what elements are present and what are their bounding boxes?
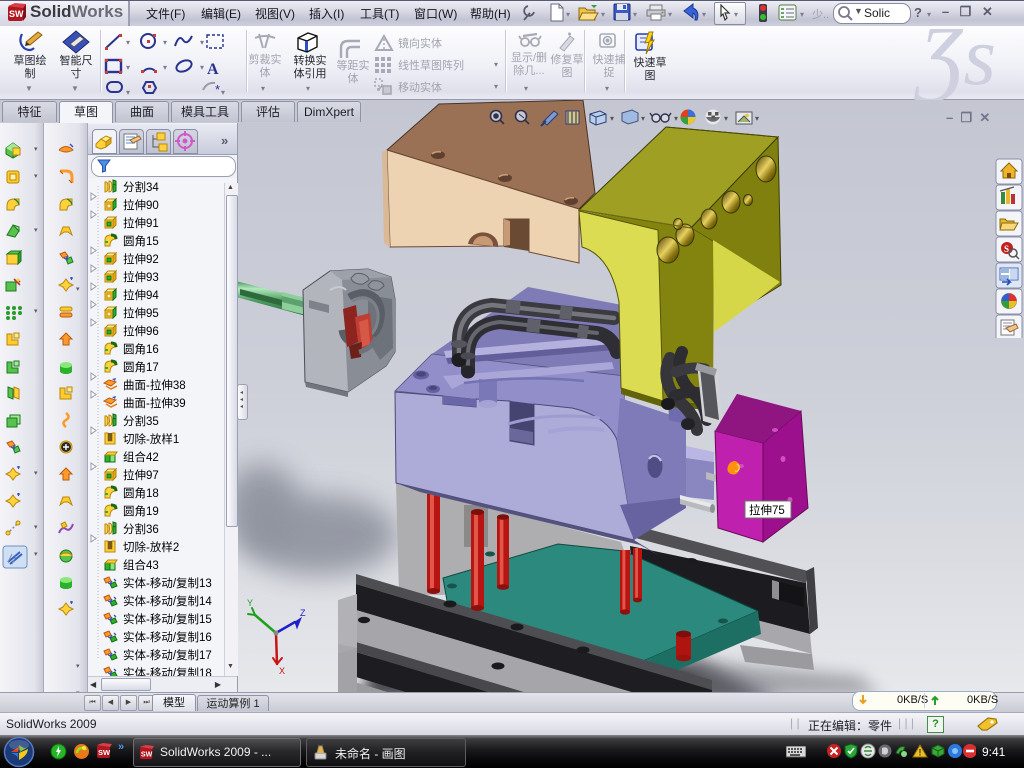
svg-text:圆角15: 圆角15 [123,235,159,248]
svg-text:圆角16: 圆角16 [123,343,159,356]
svg-text:▾: ▾ [674,114,678,123]
svg-text:拉伸95: 拉伸95 [123,306,159,320]
svg-text:拉伸90: 拉伸90 [123,198,159,212]
svg-text:圆角18: 圆角18 [123,487,159,500]
svg-text:SW: SW [141,751,153,758]
svg-text:Z: Z [300,608,306,618]
svg-text:组合42: 组合42 [123,450,159,464]
svg-text:Y: Y [247,598,253,608]
svg-text:实体-移动/复制16: 实体-移动/复制16 [123,630,212,644]
svg-text:切除-放样2: 切除-放样2 [123,540,179,554]
svg-text:▾: ▾ [76,690,80,692]
svg-text:SW: SW [98,748,111,757]
svg-text:分割36: 分割36 [123,522,159,536]
svg-text:▾: ▾ [34,470,38,477]
svg-text:拉伸97: 拉伸97 [123,468,159,482]
svg-text:分割35: 分割35 [123,414,159,428]
svg-text:分割34: 分割34 [123,180,159,194]
svg-text:▾: ▾ [641,114,645,123]
svg-text:A: A [207,61,219,78]
svg-text:▾: ▾ [724,114,728,123]
svg-text:实体-移动/复制17: 实体-移动/复制17 [123,648,212,662]
svg-text:▾: ▾ [34,173,38,180]
svg-text:实体-移动/复制14: 实体-移动/复制14 [123,594,212,608]
svg-text:S: S [1004,244,1009,254]
svg-text:拉伸93: 拉伸93 [123,270,159,284]
svg-text:▾: ▾ [34,308,38,315]
svg-text:拉伸92: 拉伸92 [123,252,159,266]
svg-text:▾: ▾ [34,524,38,531]
svg-text:拉伸91: 拉伸91 [123,216,159,230]
svg-text:▾: ▾ [610,114,614,123]
svg-text:*: * [215,82,220,96]
svg-text:!: ! [919,748,922,758]
svg-text:▾: ▾ [34,227,38,234]
svg-text:拉伸75: 拉伸75 [749,503,785,517]
svg-text:▾: ▾ [755,114,759,123]
svg-text:切除-放样1: 切除-放样1 [123,432,179,446]
svg-text:X: X [279,666,285,676]
svg-text:曲面-拉伸39: 曲面-拉伸39 [123,396,186,410]
svg-text:实体-移动/复制13: 实体-移动/复制13 [123,576,212,590]
svg-text:圆角17: 圆角17 [123,361,159,374]
svg-text:圆角19: 圆角19 [123,505,159,518]
svg-text:▾: ▾ [76,663,80,670]
svg-text:SW: SW [9,9,24,19]
svg-text:实体-移动/复制18: 实体-移动/复制18 [123,666,212,676]
svg-text:曲面-拉伸38: 曲面-拉伸38 [123,378,186,392]
svg-text:组合43: 组合43 [123,558,159,572]
svg-text:实体-移动/复制15: 实体-移动/复制15 [123,612,212,626]
svg-text:拉伸94: 拉伸94 [123,288,159,302]
svg-text:▾: ▾ [76,286,80,293]
svg-text:▾: ▾ [34,551,38,558]
svg-text:拉伸96: 拉伸96 [123,324,159,338]
svg-text:▾: ▾ [34,146,38,153]
